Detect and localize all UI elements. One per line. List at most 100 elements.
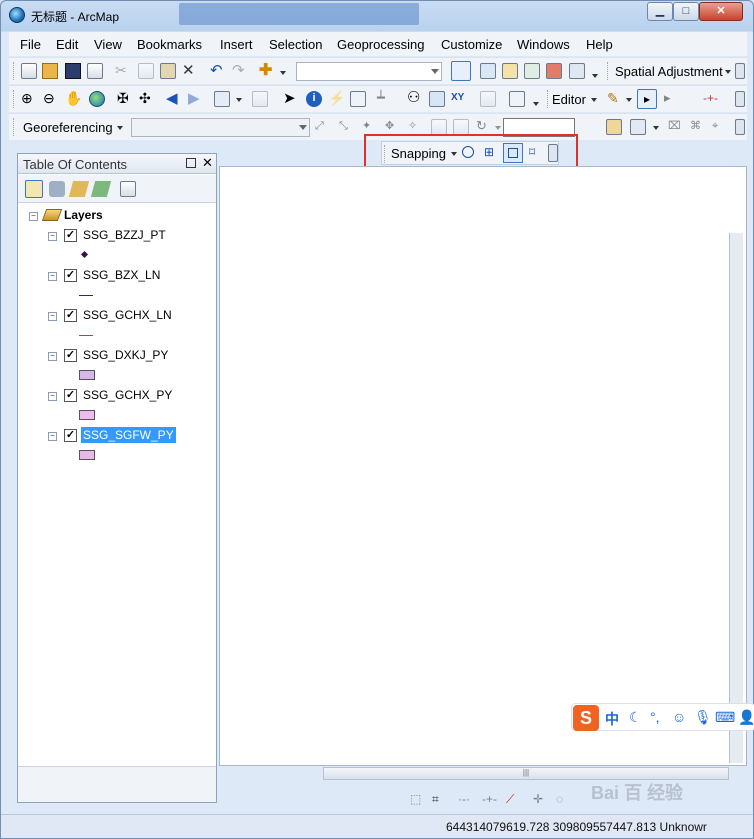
layer-name[interactable]: SSG_BZX_LN [83,268,160,282]
paste-icon[interactable] [160,63,176,79]
edit-vertices-icon[interactable] [606,119,622,135]
editor-toolbar-icon[interactable] [451,61,471,81]
open-folder-icon[interactable] [42,63,58,79]
map-scale-combo[interactable] [296,62,442,81]
hyperlink-icon[interactable]: ⚡ [328,91,345,107]
menu-insert[interactable]: Insert [220,37,253,52]
chevron-down-icon[interactable] [653,126,659,130]
select-icon[interactable]: ⬚ [410,792,426,808]
rotate-feature-icon[interactable]: ⌖ [712,119,728,135]
zoom-out-icon[interactable]: ⊖ [43,91,59,107]
time-slider-icon[interactable] [480,91,496,107]
redo-icon[interactable]: ↷ [232,63,248,79]
toolbar-grip[interactable] [13,118,16,136]
pin-icon[interactable] [186,158,196,168]
keyboard-icon[interactable]: ⌨ [715,709,735,726]
polygon-symbol[interactable] [79,410,95,420]
arc-icon[interactable]: ◌ [556,792,572,808]
go-back-arrow-icon[interactable]: ◀ [166,91,182,107]
layer-visibility-checkbox[interactable]: ✓ [64,349,77,362]
full-extent-globe-icon[interactable] [89,91,105,107]
georeferencing-menu[interactable]: Georeferencing [23,120,113,135]
toolbar-grip[interactable] [13,90,16,108]
pan-hand-icon[interactable]: ✋ [65,91,82,107]
toolbar-grip[interactable] [13,62,16,80]
layer-name[interactable]: SSG_BZZJ_PT [83,228,166,242]
layer-visibility-checkbox[interactable]: ✓ [64,269,77,282]
chevron-down-icon[interactable] [117,126,123,130]
find-route-icon[interactable] [429,91,445,107]
viewer-icon[interactable] [453,119,469,135]
print-icon[interactable] [87,63,103,79]
chevron-down-icon[interactable] [725,70,731,74]
midpoint-icon[interactable]: ·‑· [458,792,474,808]
refresh-icon[interactable]: ↻ [476,119,492,135]
list-by-drawing-order-icon[interactable] [25,180,43,198]
cut-polygons-icon[interactable]: ⌧ [668,119,684,135]
map-display-area[interactable] [219,166,747,766]
spatial-adjustment-menu[interactable]: Spatial Adjustment [615,64,723,79]
segment-icon[interactable]: ‑+‑ [482,792,498,808]
add-data-icon[interactable]: ✚ [259,63,275,79]
layer-visibility-checkbox[interactable]: ✓ [64,429,77,442]
menu-bookmarks[interactable]: Bookmarks [137,37,202,52]
auto-registration-icon[interactable]: ✥ [385,119,401,135]
identify-icon[interactable]: i [306,91,322,107]
catalog-window-icon[interactable] [502,63,518,79]
layer-name[interactable]: SSG_GCHX_LN [83,308,172,322]
go-to-xy-icon[interactable]: XY [451,91,467,107]
layer-visibility-checkbox[interactable]: ✓ [64,389,77,402]
intersection-icon[interactable]: ✛ [533,792,549,808]
line-symbol[interactable] [79,295,93,296]
chevron-down-icon[interactable] [280,71,286,75]
straight-segment-icon[interactable]: -+- [703,91,719,107]
view-link-table-icon[interactable] [431,119,447,135]
line-symbol[interactable] [79,335,93,336]
rotate-icon[interactable]: ⤢ [315,119,331,135]
editor-menu[interactable]: Editor [552,92,586,107]
emoji-icon[interactable]: ☺ [672,709,686,725]
menu-windows[interactable]: Windows [517,37,570,52]
select-elements-arrow-icon[interactable]: ➤ [283,91,299,107]
toc-options-icon[interactable] [120,181,136,197]
point-symbol[interactable] [80,250,89,259]
edit-annotation-icon[interactable]: ▸ [664,91,680,107]
minimize-button[interactable]: ▁ [647,2,673,21]
add-control-points-icon[interactable]: ✦ [362,119,378,135]
search-window-icon[interactable] [524,63,540,79]
toc-window-icon[interactable] [480,63,496,79]
pencil-icon[interactable]: ✎ [607,91,623,107]
undo-icon[interactable]: ↶ [210,63,226,79]
toolbar-overflow-icon[interactable] [735,91,745,107]
delete-icon[interactable]: ✕ [182,63,198,79]
layer-visibility-checkbox[interactable]: ✓ [64,309,77,322]
ime-punctuation[interactable]: °, [650,709,660,725]
layers-root-label[interactable]: Layers [64,208,103,222]
collapse-icon[interactable]: − [48,232,57,241]
layer-name-selected[interactable]: SSG_SGFW_PY [81,427,176,443]
menu-geoprocessing[interactable]: Geoprocessing [337,37,424,52]
edit-tool-arrow-icon[interactable]: ▸ [637,89,657,109]
html-popup-icon[interactable] [350,91,366,107]
fixed-zoom-out-icon[interactable]: ✣ [139,91,155,107]
chevron-down-icon[interactable] [495,126,501,130]
trace-icon[interactable]: ⌗ [432,792,448,808]
toolbar-overflow-icon[interactable] [735,119,745,135]
layer-name[interactable]: SSG_GCHX_PY [83,388,172,402]
arctoolbox-icon[interactable] [546,63,562,79]
python-window-icon[interactable] [569,63,585,79]
list-by-visibility-icon[interactable] [68,181,90,197]
chevron-down-icon[interactable] [591,98,597,102]
collapse-icon[interactable]: − [48,312,57,321]
menu-help[interactable]: Help [586,37,613,52]
menu-edit[interactable]: Edit [56,37,78,52]
collapse-icon[interactable]: − [29,212,38,221]
save-icon[interactable] [65,63,81,79]
reshape-icon[interactable] [630,119,646,135]
go-forward-arrow-icon[interactable]: ▶ [188,91,204,107]
list-by-source-icon[interactable] [49,181,65,197]
user-icon[interactable]: 👤 [738,709,754,726]
vertical-scrollbar[interactable] [729,233,743,763]
collapse-icon[interactable]: − [48,432,57,441]
menu-selection[interactable]: Selection [269,37,322,52]
